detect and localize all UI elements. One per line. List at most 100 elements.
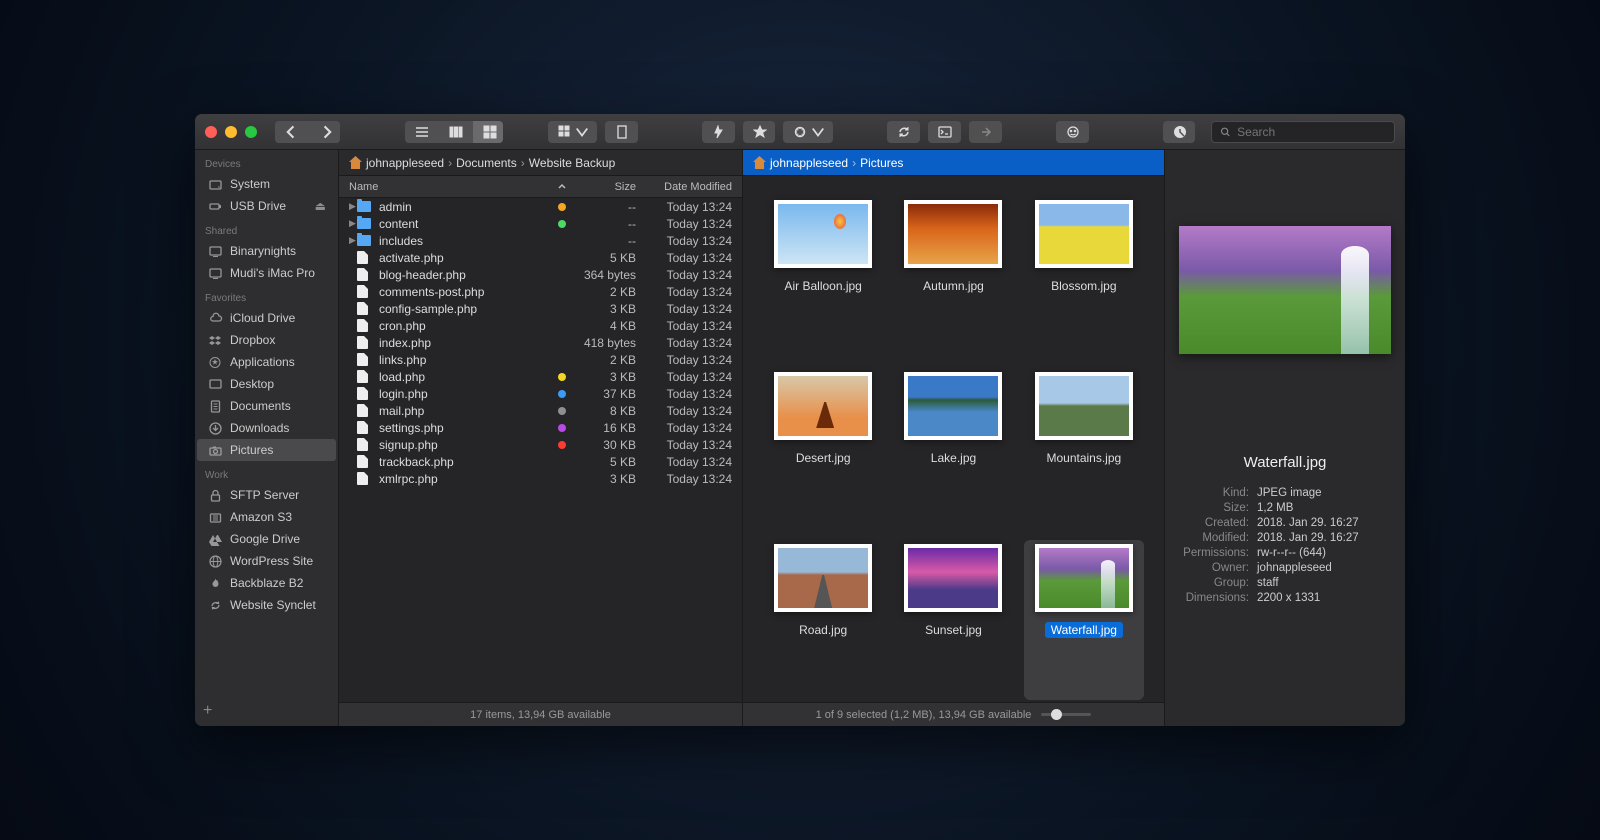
- sidebar-item[interactable]: Pictures: [197, 439, 336, 461]
- file-row[interactable]: trackback.php5 KBToday 13:24: [339, 453, 742, 470]
- sidebar-item-label: Amazon S3: [230, 510, 292, 524]
- forward-button[interactable]: [309, 121, 340, 143]
- thumbnail[interactable]: Air Balloon.jpg: [763, 196, 883, 356]
- sidebar-item[interactable]: Mudi's iMac Pro: [197, 262, 336, 284]
- file-row[interactable]: login.php37 KBToday 13:24: [339, 385, 742, 402]
- crumb-segment[interactable]: Website Backup: [529, 156, 616, 170]
- quick-open-button[interactable]: [702, 121, 735, 143]
- left-breadcrumb[interactable]: johnappleseed› Documents› Website Backup: [339, 150, 742, 176]
- file-row[interactable]: ▶admin--Today 13:24: [339, 198, 742, 215]
- file-row[interactable]: config-sample.php3 KBToday 13:24: [339, 300, 742, 317]
- thumbnail[interactable]: Road.jpg: [763, 540, 883, 700]
- back-button[interactable]: [275, 121, 309, 143]
- search-input[interactable]: [1237, 125, 1386, 139]
- file-row[interactable]: ▶includes--Today 13:24: [339, 232, 742, 249]
- sidebar-item[interactable]: Applications: [197, 351, 336, 373]
- col-name[interactable]: Name: [349, 181, 378, 193]
- thumbnail[interactable]: Blossom.jpg: [1024, 196, 1144, 356]
- file-row[interactable]: xmlrpc.php3 KBToday 13:24: [339, 470, 742, 487]
- sidebar-item[interactable]: System: [197, 173, 336, 195]
- right-breadcrumb[interactable]: johnappleseed› Pictures: [743, 150, 1164, 176]
- eject-icon[interactable]: ⏏: [315, 199, 326, 213]
- file-row[interactable]: index.php418 bytesToday 13:24: [339, 334, 742, 351]
- preview-button[interactable]: [1056, 121, 1089, 143]
- file-row[interactable]: settings.php16 KBToday 13:24: [339, 419, 742, 436]
- thumbnail-label: Sunset.jpg: [919, 622, 988, 638]
- thumbnail-size-slider[interactable]: [1041, 713, 1091, 716]
- file-size: 16 KB: [566, 421, 636, 435]
- compare-button[interactable]: [969, 121, 1002, 143]
- file-row[interactable]: comments-post.php2 KBToday 13:24: [339, 283, 742, 300]
- tag-dot: [558, 441, 566, 449]
- crumb-segment[interactable]: johnappleseed: [770, 156, 848, 170]
- crumb-segment[interactable]: johnappleseed: [366, 156, 444, 170]
- file-row[interactable]: blog-header.php364 bytesToday 13:24: [339, 266, 742, 283]
- icon-view-button[interactable]: [473, 121, 503, 143]
- minimize-button[interactable]: [225, 126, 237, 138]
- file-name: mail.php: [379, 404, 554, 418]
- view-mode: [405, 121, 503, 143]
- action-menu-button[interactable]: [783, 121, 832, 143]
- sidebar-item-label: Binarynights: [230, 244, 296, 258]
- thumbnail[interactable]: Desert.jpg: [763, 368, 883, 528]
- thumbnail[interactable]: Lake.jpg: [893, 368, 1013, 528]
- file-size: 5 KB: [566, 251, 636, 265]
- thumbnail[interactable]: Sunset.jpg: [893, 540, 1013, 700]
- sidebar-item[interactable]: iCloud Drive: [197, 307, 336, 329]
- sidebar-item[interactable]: Desktop: [197, 373, 336, 395]
- thumbnail-image: [1035, 544, 1133, 612]
- activity-button[interactable]: [1163, 121, 1196, 143]
- tag-dot: [558, 424, 566, 432]
- file-row[interactable]: links.php2 KBToday 13:24: [339, 351, 742, 368]
- sidebar-item[interactable]: Website Synclet: [197, 594, 336, 616]
- close-button[interactable]: [205, 126, 217, 138]
- crumb-segment[interactable]: Documents: [456, 156, 517, 170]
- file-date: Today 13:24: [636, 251, 732, 265]
- thumbnail[interactable]: Waterfall.jpg: [1024, 540, 1144, 700]
- sidebar-item[interactable]: Dropbox: [197, 329, 336, 351]
- thumbnail-image: [774, 372, 872, 440]
- file-date: Today 13:24: [636, 302, 732, 316]
- new-file-button[interactable]: [605, 121, 638, 143]
- sidebar-item[interactable]: Amazon S3: [197, 506, 336, 528]
- thumbnail-image: [904, 200, 1002, 268]
- sidebar-item[interactable]: Google Drive: [197, 528, 336, 550]
- list-view-button[interactable]: [405, 121, 439, 143]
- file-size: 2 KB: [566, 285, 636, 299]
- sidebar-item[interactable]: SFTP Server: [197, 484, 336, 506]
- sidebar-item[interactable]: Documents: [197, 395, 336, 417]
- thumbnail-label: Waterfall.jpg: [1045, 622, 1123, 638]
- terminal-button[interactable]: [928, 121, 961, 143]
- add-location-button[interactable]: +: [203, 702, 212, 720]
- column-headers[interactable]: Name Size Date Modified: [339, 176, 742, 198]
- sync-button[interactable]: [887, 121, 920, 143]
- search-field[interactable]: [1211, 121, 1395, 143]
- icon-grid[interactable]: Air Balloon.jpgAutumn.jpgBlossom.jpg Dese…: [743, 176, 1164, 702]
- desktop-icon: [207, 376, 223, 392]
- sidebar-item[interactable]: Downloads: [197, 417, 336, 439]
- file-name: links.php: [379, 353, 566, 367]
- right-pane: johnappleseed› Pictures Air Balloon.jpgA…: [743, 150, 1165, 726]
- file-row[interactable]: activate.php5 KBToday 13:24: [339, 249, 742, 266]
- sidebar-item[interactable]: Backblaze B2: [197, 572, 336, 594]
- thumbnail-image: [1035, 372, 1133, 440]
- col-size[interactable]: Size: [566, 181, 636, 193]
- sidebar-item-label: Documents: [230, 399, 291, 413]
- sidebar-item[interactable]: WordPress Site: [197, 550, 336, 572]
- file-row[interactable]: ▶content--Today 13:24: [339, 215, 742, 232]
- arrange-button[interactable]: [548, 121, 597, 143]
- file-row[interactable]: load.php3 KBToday 13:24: [339, 368, 742, 385]
- file-row[interactable]: signup.php30 KBToday 13:24: [339, 436, 742, 453]
- thumbnail[interactable]: Autumn.jpg: [893, 196, 1013, 356]
- favorite-button[interactable]: [743, 121, 776, 143]
- sidebar-item[interactable]: USB Drive⏏: [197, 195, 336, 217]
- crumb-segment[interactable]: Pictures: [860, 156, 903, 170]
- column-view-button[interactable]: [439, 121, 473, 143]
- file-row[interactable]: mail.php8 KBToday 13:24: [339, 402, 742, 419]
- zoom-button[interactable]: [245, 126, 257, 138]
- file-list[interactable]: ▶admin--Today 13:24▶content--Today 13:24…: [339, 198, 742, 702]
- file-row[interactable]: cron.php4 KBToday 13:24: [339, 317, 742, 334]
- sidebar-item[interactable]: Binarynights: [197, 240, 336, 262]
- col-date[interactable]: Date Modified: [636, 181, 732, 193]
- thumbnail[interactable]: Mountains.jpg: [1024, 368, 1144, 528]
